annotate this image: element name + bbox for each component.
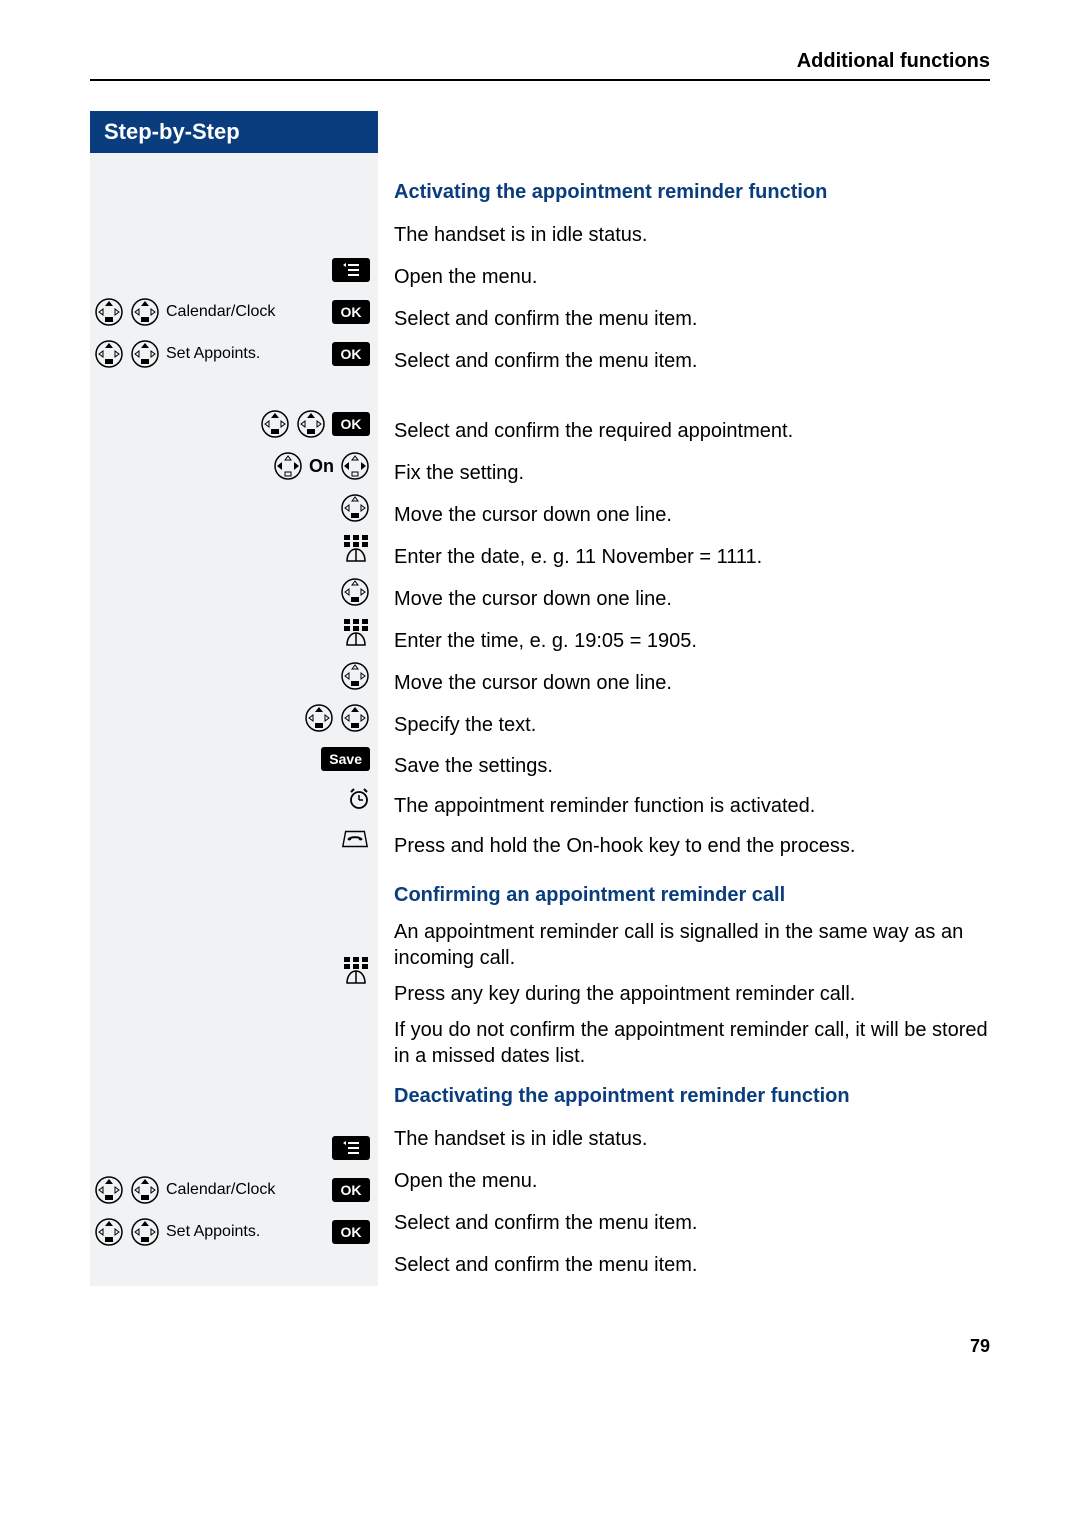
section-heading-activate: Activating the appointment reminder func… (394, 181, 990, 204)
nav-down-icon (340, 577, 370, 607)
menu-label-calendar: Calendar/Clock (166, 303, 275, 321)
section-heading-deactivate: Deactivating the appointment reminder fu… (394, 1085, 990, 1108)
nav-down-icon (340, 493, 370, 523)
step-text: Open the menu. (394, 1160, 990, 1202)
step-text: Save the settings. (394, 746, 990, 786)
menu-icon (332, 258, 370, 282)
menu-label-calendar: Calendar/Clock (166, 1181, 275, 1199)
nav-updown-icon (130, 1217, 160, 1247)
keypad-icon (342, 957, 370, 987)
keypad-icon (342, 619, 370, 649)
keypad-icon (342, 535, 370, 565)
step-text: Select and confirm the menu item. (394, 340, 990, 382)
section-heading-confirm: Confirming an appointment reminder call (394, 884, 990, 907)
page-number: 79 (90, 1336, 990, 1357)
step-text: An appointment reminder call is signalle… (394, 917, 990, 973)
menu-label-setappoints: Set Appoints. (166, 345, 260, 363)
step-text: Press any key during the appointment rem… (394, 973, 990, 1015)
nav-updown-icon (94, 1175, 124, 1205)
menu-label-setappoints: Set Appoints. (166, 1223, 260, 1241)
step-text: The handset is in idle status. (394, 214, 990, 256)
ok-button: OK (332, 1220, 370, 1244)
step-by-step-bar: Step-by-Step (90, 111, 378, 153)
ok-button: OK (332, 300, 370, 324)
nav-updown-icon (260, 409, 290, 439)
nav-updown-icon (340, 703, 370, 733)
nav-leftright-icon (273, 451, 303, 481)
step-text: The appointment reminder function is act… (394, 786, 990, 826)
step-text: If you do not confirm the appointment re… (394, 1015, 990, 1071)
onhook-key-icon (340, 827, 370, 851)
ok-button: OK (332, 412, 370, 436)
nav-leftright-icon (340, 451, 370, 481)
step-text: Select and confirm the menu item. (394, 298, 990, 340)
nav-updown-icon (130, 339, 160, 369)
save-button: Save (321, 747, 370, 771)
step-text: Move the cursor down one line. (394, 494, 990, 536)
step-text: Fix the setting. (394, 452, 990, 494)
ok-button: OK (332, 1178, 370, 1202)
nav-down-icon (340, 661, 370, 691)
nav-updown-icon (94, 339, 124, 369)
step-text: Select and confirm the required appointm… (394, 410, 990, 452)
step-text: Open the menu. (394, 256, 990, 298)
menu-icon (332, 1136, 370, 1160)
step-text: Specify the text. (394, 704, 990, 746)
step-text: Select and confirm the menu item. (394, 1244, 990, 1286)
step-text: Enter the date, e. g. 11 November = 1111… (394, 536, 990, 578)
nav-updown-icon (130, 297, 160, 327)
nav-updown-icon (94, 1217, 124, 1247)
nav-updown-icon (304, 703, 334, 733)
step-text: Press and hold the On-hook key to end th… (394, 826, 990, 866)
nav-updown-icon (296, 409, 326, 439)
on-label: On (309, 456, 334, 477)
alarm-icon (348, 788, 370, 810)
step-text: Select and confirm the menu item. (394, 1202, 990, 1244)
step-text: Move the cursor down one line. (394, 662, 990, 704)
ok-button: OK (332, 342, 370, 366)
step-text: Enter the time, e. g. 19:05 = 1905. (394, 620, 990, 662)
page-header: Additional functions (90, 50, 990, 81)
nav-updown-icon (130, 1175, 160, 1205)
left-icon-column: Calendar/Clock OK Set Appoints. OK OK On (90, 153, 378, 1286)
step-text: The handset is in idle status. (394, 1118, 990, 1160)
header-title: Additional functions (797, 50, 990, 73)
content-layout: Calendar/Clock OK Set Appoints. OK OK On (90, 153, 990, 1286)
step-text: Move the cursor down one line. (394, 578, 990, 620)
nav-updown-icon (94, 297, 124, 327)
right-text-column: Activating the appointment reminder func… (378, 153, 990, 1286)
